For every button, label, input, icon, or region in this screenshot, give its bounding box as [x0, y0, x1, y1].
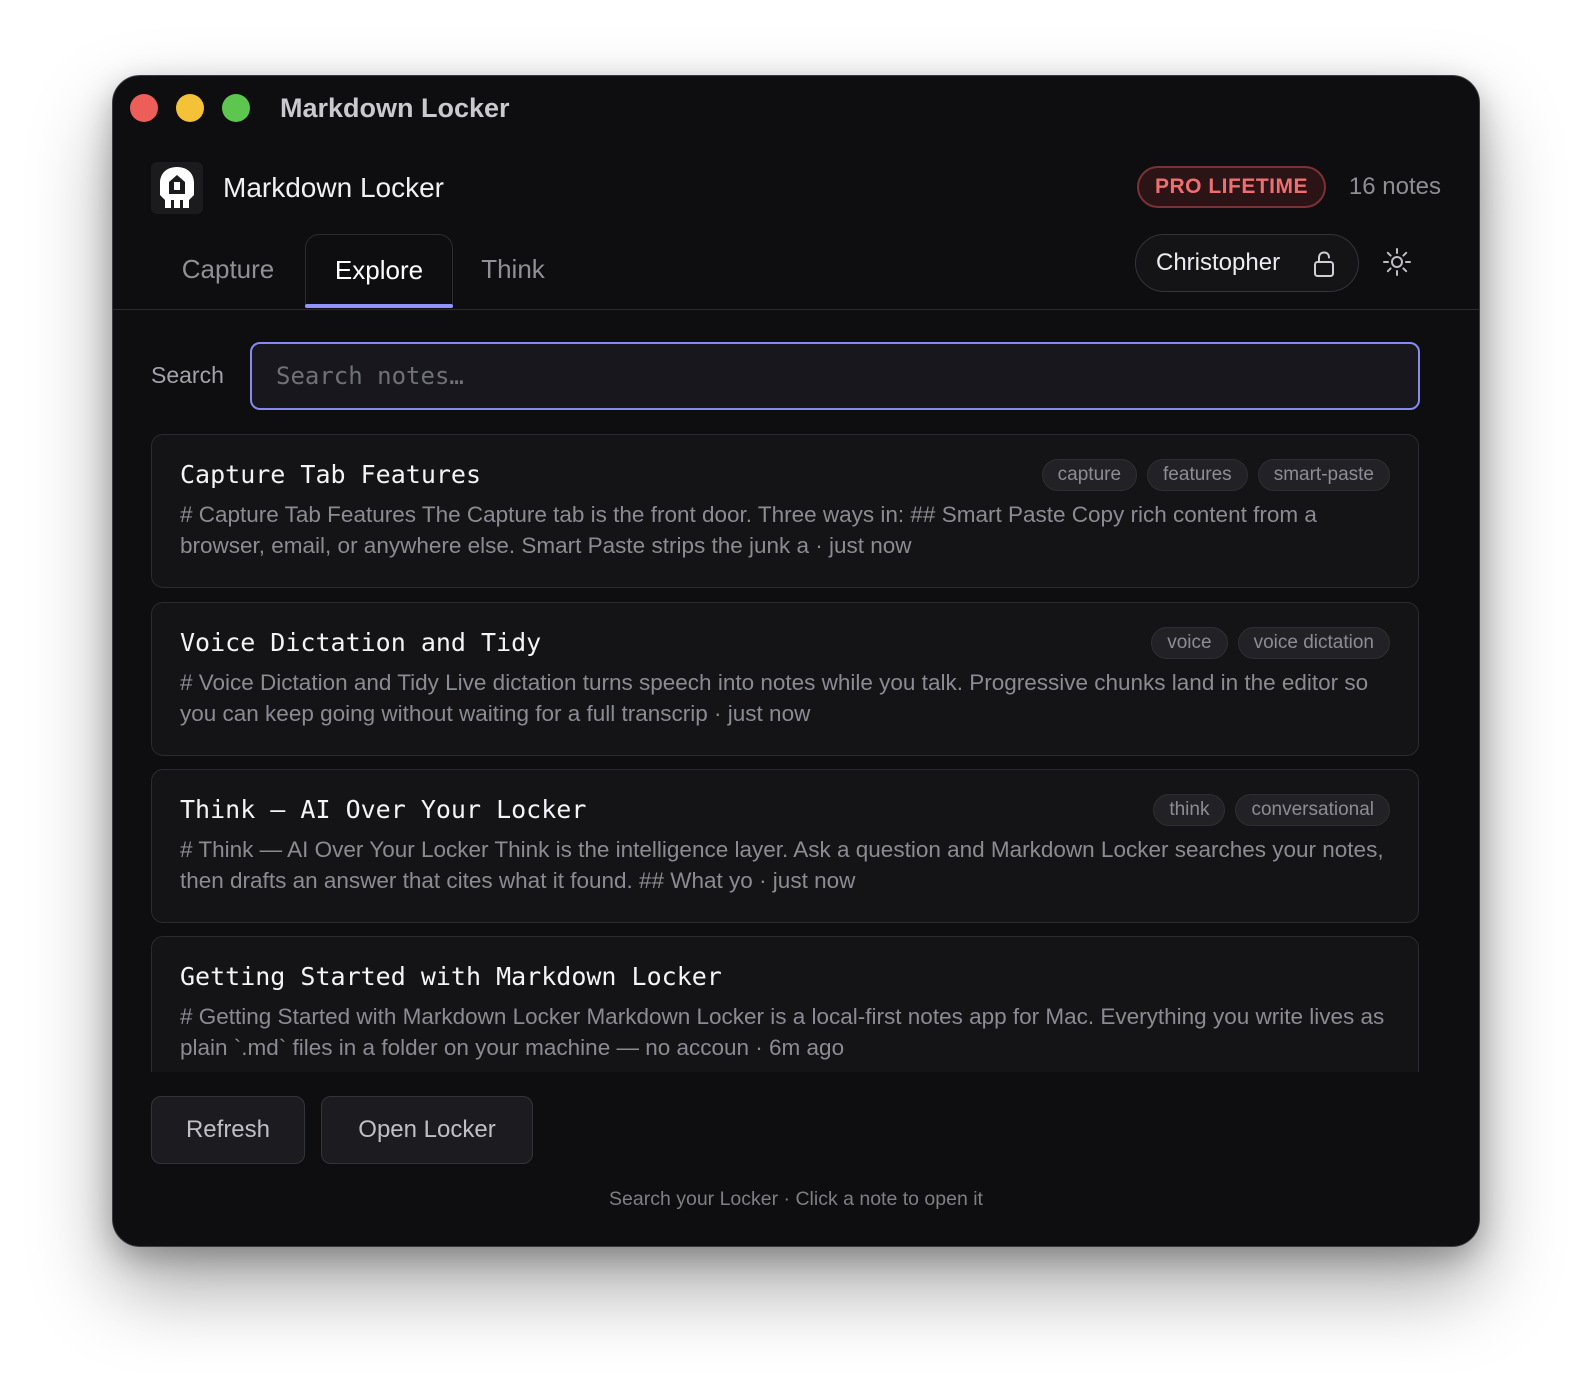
note-excerpt: # Voice Dictation and Tidy Live dictatio…: [180, 670, 1369, 726]
close-window-button[interactable]: [130, 94, 158, 122]
user-lock-button[interactable]: Christopher: [1135, 234, 1359, 292]
tab-capture[interactable]: Capture: [151, 234, 305, 308]
note-card-getting-started[interactable]: Getting Started with Markdown Locker # G…: [151, 936, 1419, 1072]
minimize-window-button[interactable]: [176, 94, 204, 122]
tag-think[interactable]: think: [1153, 794, 1226, 826]
note-excerpt: # Capture Tab Features The Capture tab i…: [180, 502, 1317, 558]
search-input[interactable]: [250, 342, 1420, 410]
open-locker-button[interactable]: Open Locker: [321, 1096, 533, 1164]
app-header: Markdown Locker PRO LIFETIME 16 notes: [151, 162, 1441, 218]
window-title: Markdown Locker: [280, 93, 510, 123]
zoom-window-button[interactable]: [222, 94, 250, 122]
app-logo-icon: [151, 162, 203, 214]
app-name: Markdown Locker: [223, 172, 444, 203]
settings-sun-icon[interactable]: [1381, 246, 1413, 283]
tag-conversational[interactable]: conversational: [1235, 794, 1390, 826]
search-label: Search: [151, 362, 224, 388]
tag-smart-paste[interactable]: smart-paste: [1257, 459, 1390, 491]
note-card-capture-tab-features[interactable]: Capture Tab Features capture features sm…: [151, 434, 1419, 588]
tag-capture[interactable]: capture: [1041, 459, 1138, 491]
note-title: Getting Started with Markdown Locker: [180, 962, 722, 991]
note-title: Voice Dictation and Tidy: [180, 628, 542, 657]
tab-think[interactable]: Think: [463, 234, 563, 308]
note-tags: voice voice dictation: [1151, 627, 1390, 659]
header-divider: [113, 309, 1479, 310]
app-window: Markdown Locker Markdown Locker PRO LIFE…: [112, 75, 1480, 1247]
tag-voice-dictation[interactable]: voice dictation: [1237, 627, 1390, 659]
unlock-icon: [1312, 250, 1336, 283]
note-excerpt: # Think — AI Over Your Locker Think is t…: [180, 837, 1384, 893]
notes-list[interactable]: Capture Tab Features capture features sm…: [151, 434, 1421, 1072]
tag-features[interactable]: features: [1147, 459, 1248, 491]
user-name: Christopher: [1156, 249, 1281, 276]
note-tags: capture features smart-paste: [1041, 459, 1390, 491]
note-title: Think — AI Over Your Locker: [180, 795, 587, 824]
note-card-voice-dictation[interactable]: Voice Dictation and Tidy voice voice dic…: [151, 602, 1419, 756]
note-tags: think conversational: [1153, 794, 1390, 826]
note-count: 16 notes: [1348, 173, 1441, 200]
footer-hint: Search your Locker · Click a note to ope…: [609, 1188, 983, 1210]
refresh-button[interactable]: Refresh: [151, 1096, 305, 1164]
note-card-think-ai[interactable]: Think — AI Over Your Locker think conver…: [151, 769, 1419, 923]
tag-voice[interactable]: voice: [1151, 627, 1228, 659]
title-bar[interactable]: Markdown Locker: [113, 76, 1479, 140]
note-excerpt: # Getting Started with Markdown Locker M…: [180, 1004, 1385, 1060]
note-title: Capture Tab Features: [180, 460, 482, 489]
tab-explore[interactable]: Explore: [305, 234, 453, 308]
plan-badge: PRO LIFETIME: [1137, 166, 1326, 208]
